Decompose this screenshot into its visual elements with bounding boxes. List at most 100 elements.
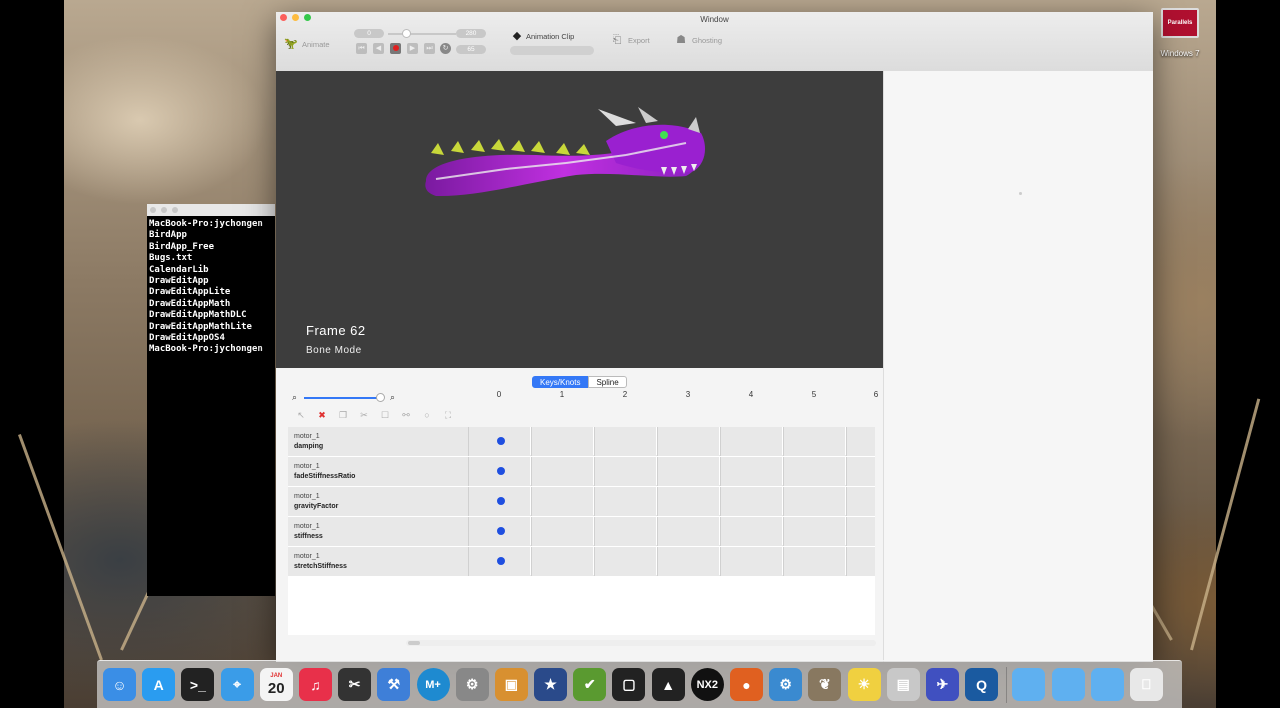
terminal-window[interactable]: MacBook-Pro:jychongen BirdApp BirdApp_Free…: [147, 204, 275, 596]
frame-cell[interactable]: [531, 547, 593, 576]
loop-button[interactable]: ↻: [440, 43, 451, 54]
dock-nx2-icon[interactable]: NX2: [690, 668, 724, 701]
animation-clip-select[interactable]: [510, 46, 594, 55]
frame-cell[interactable]: [720, 427, 782, 456]
timeline-horizontal-scrollbar[interactable]: [406, 640, 876, 646]
track-label[interactable]: motor_1 stretchStiffness: [288, 547, 468, 576]
dock-folder-icon[interactable]: [1012, 668, 1046, 701]
dock-safari-icon[interactable]: ⌖: [220, 668, 254, 701]
keyframe-marker[interactable]: [497, 527, 505, 535]
dock-instruments-icon[interactable]: ✔: [573, 668, 607, 701]
frame-cell[interactable]: [657, 517, 719, 546]
timeline-mode-segmented-control[interactable]: Keys/Knots Spline: [532, 376, 627, 388]
frame-cell[interactable]: [783, 547, 845, 576]
timeline-panel[interactable]: Keys/Knots Spline 0 1 2 3 4 5 6 ⌕ ⌕ ↖ ✖: [276, 368, 883, 662]
dock-app-store-icon[interactable]: A: [142, 668, 176, 701]
frame-cell[interactable]: [657, 427, 719, 456]
copy-icon[interactable]: ❐: [334, 408, 352, 422]
tab-keys-knots[interactable]: Keys/Knots: [532, 376, 589, 388]
timeline-zoom-control[interactable]: ⌕ ⌕: [292, 392, 402, 404]
keyframe-marker[interactable]: [497, 467, 505, 475]
dock-image-capture-icon[interactable]: ▤: [886, 668, 920, 701]
track-label[interactable]: motor_1 damping: [288, 427, 468, 456]
frame-cell[interactable]: [657, 487, 719, 516]
keyframe-track-list[interactable]: motor_1 damping motor_1 fadeStiffnessRatio m…: [288, 427, 875, 635]
keyframe-marker[interactable]: [497, 557, 505, 565]
zoom-slider-track[interactable]: [304, 397, 379, 399]
frame-cell[interactable]: [594, 547, 656, 576]
dock-quicktime-icon[interactable]: Q: [965, 668, 999, 701]
keyframe-marker[interactable]: [497, 437, 505, 445]
dock-inkscape-icon[interactable]: ▲: [651, 668, 685, 701]
dock-gimp-icon[interactable]: ❦: [808, 668, 842, 701]
next-frame-button[interactable]: ▶: [407, 43, 418, 54]
link-icon[interactable]: ⚯: [397, 408, 415, 422]
previous-frame-button[interactable]: ◀: [373, 43, 384, 54]
last-frame-button[interactable]: ⏭: [424, 43, 435, 54]
delete-key-icon[interactable]: ✖: [313, 408, 331, 422]
record-button[interactable]: [390, 43, 401, 54]
dock-screen-capture-icon[interactable]: ▢: [612, 668, 646, 701]
frame-cell[interactable]: [468, 457, 530, 486]
fps-field[interactable]: 65: [456, 45, 486, 54]
dock-folder-icon[interactable]: [1051, 668, 1085, 701]
tab-spline[interactable]: Spline: [588, 376, 627, 388]
dragon-sprite[interactable]: [276, 71, 883, 368]
frame-cell[interactable]: [468, 487, 530, 516]
dock-calendar-icon[interactable]: JAN 20: [259, 668, 293, 701]
dock-system-preferences-icon[interactable]: ⚙: [455, 668, 489, 701]
animation-canvas[interactable]: Frame 62 Bone Mode: [276, 71, 883, 368]
frame-slider-track[interactable]: [388, 33, 456, 35]
frame-cell[interactable]: [594, 457, 656, 486]
frame-cell[interactable]: [720, 487, 782, 516]
frame-cell[interactable]: [720, 457, 782, 486]
dock-itunes-icon[interactable]: ♫: [298, 668, 332, 701]
frame-cell[interactable]: [594, 487, 656, 516]
frame-cell[interactable]: [468, 547, 530, 576]
dock-preview-icon[interactable]: ▣: [494, 668, 528, 701]
frame-cell[interactable]: [531, 427, 593, 456]
frame-slider-knob[interactable]: [402, 29, 411, 38]
dock-downloads-icon[interactable]: [1090, 668, 1124, 701]
track-row[interactable]: motor_1 stretchStiffness: [288, 547, 875, 576]
dock-jaunt-icon[interactable]: ✈: [925, 668, 959, 701]
frame-cell[interactable]: [783, 487, 845, 516]
track-label[interactable]: motor_1 stiffness: [288, 517, 468, 546]
track-row[interactable]: motor_1 stiffness: [288, 517, 875, 546]
frame-cell[interactable]: [594, 517, 656, 546]
animation-clip-button[interactable]: ◆ Animation Clip: [512, 29, 575, 43]
export-button[interactable]: ⎗ Export: [610, 33, 650, 47]
frame-cell[interactable]: [846, 487, 875, 516]
zoom-out-icon[interactable]: ⌕: [292, 392, 297, 403]
dock-trash-icon[interactable]: ⎕: [1129, 668, 1163, 701]
zoom-slider-knob[interactable]: [376, 393, 385, 402]
dock-terminal-icon[interactable]: >_: [181, 668, 215, 701]
frame-cell[interactable]: [783, 517, 845, 546]
frame-cell[interactable]: [783, 457, 845, 486]
terminal-close-button[interactable]: [150, 207, 156, 213]
frame-cell[interactable]: [657, 457, 719, 486]
frame-cell[interactable]: [846, 427, 875, 456]
track-row[interactable]: motor_1 gravityFactor: [288, 487, 875, 516]
select-tool-icon[interactable]: ↖: [292, 408, 310, 422]
frame-cell[interactable]: [720, 547, 782, 576]
track-row[interactable]: motor_1 fadeStiffnessRatio: [288, 457, 875, 486]
ease-icon[interactable]: ○: [418, 408, 436, 422]
parallels-desktop-icon[interactable]: Parallels Windows 7: [1160, 8, 1200, 60]
inspector-panel[interactable]: [883, 71, 1153, 662]
frame-cell[interactable]: [846, 547, 875, 576]
frame-cell[interactable]: [468, 517, 530, 546]
keyframe-marker[interactable]: [497, 497, 505, 505]
frame-cell[interactable]: [468, 427, 530, 456]
animate-button[interactable]: 🦖 Animate: [284, 37, 329, 51]
dock-cyberduck-icon[interactable]: ☀: [847, 668, 881, 701]
frame-cell[interactable]: [657, 547, 719, 576]
dock-final-cut-icon[interactable]: ✂: [338, 668, 372, 701]
paste-icon[interactable]: ☐: [376, 408, 394, 422]
frame-cell[interactable]: [846, 517, 875, 546]
dock-finder-icon[interactable]: ☺: [103, 668, 136, 701]
fit-icon[interactable]: ⛶: [439, 408, 457, 422]
frame-cell[interactable]: [531, 487, 593, 516]
cut-icon[interactable]: ✂: [355, 408, 373, 422]
track-label[interactable]: motor_1 fadeStiffnessRatio: [288, 457, 468, 486]
